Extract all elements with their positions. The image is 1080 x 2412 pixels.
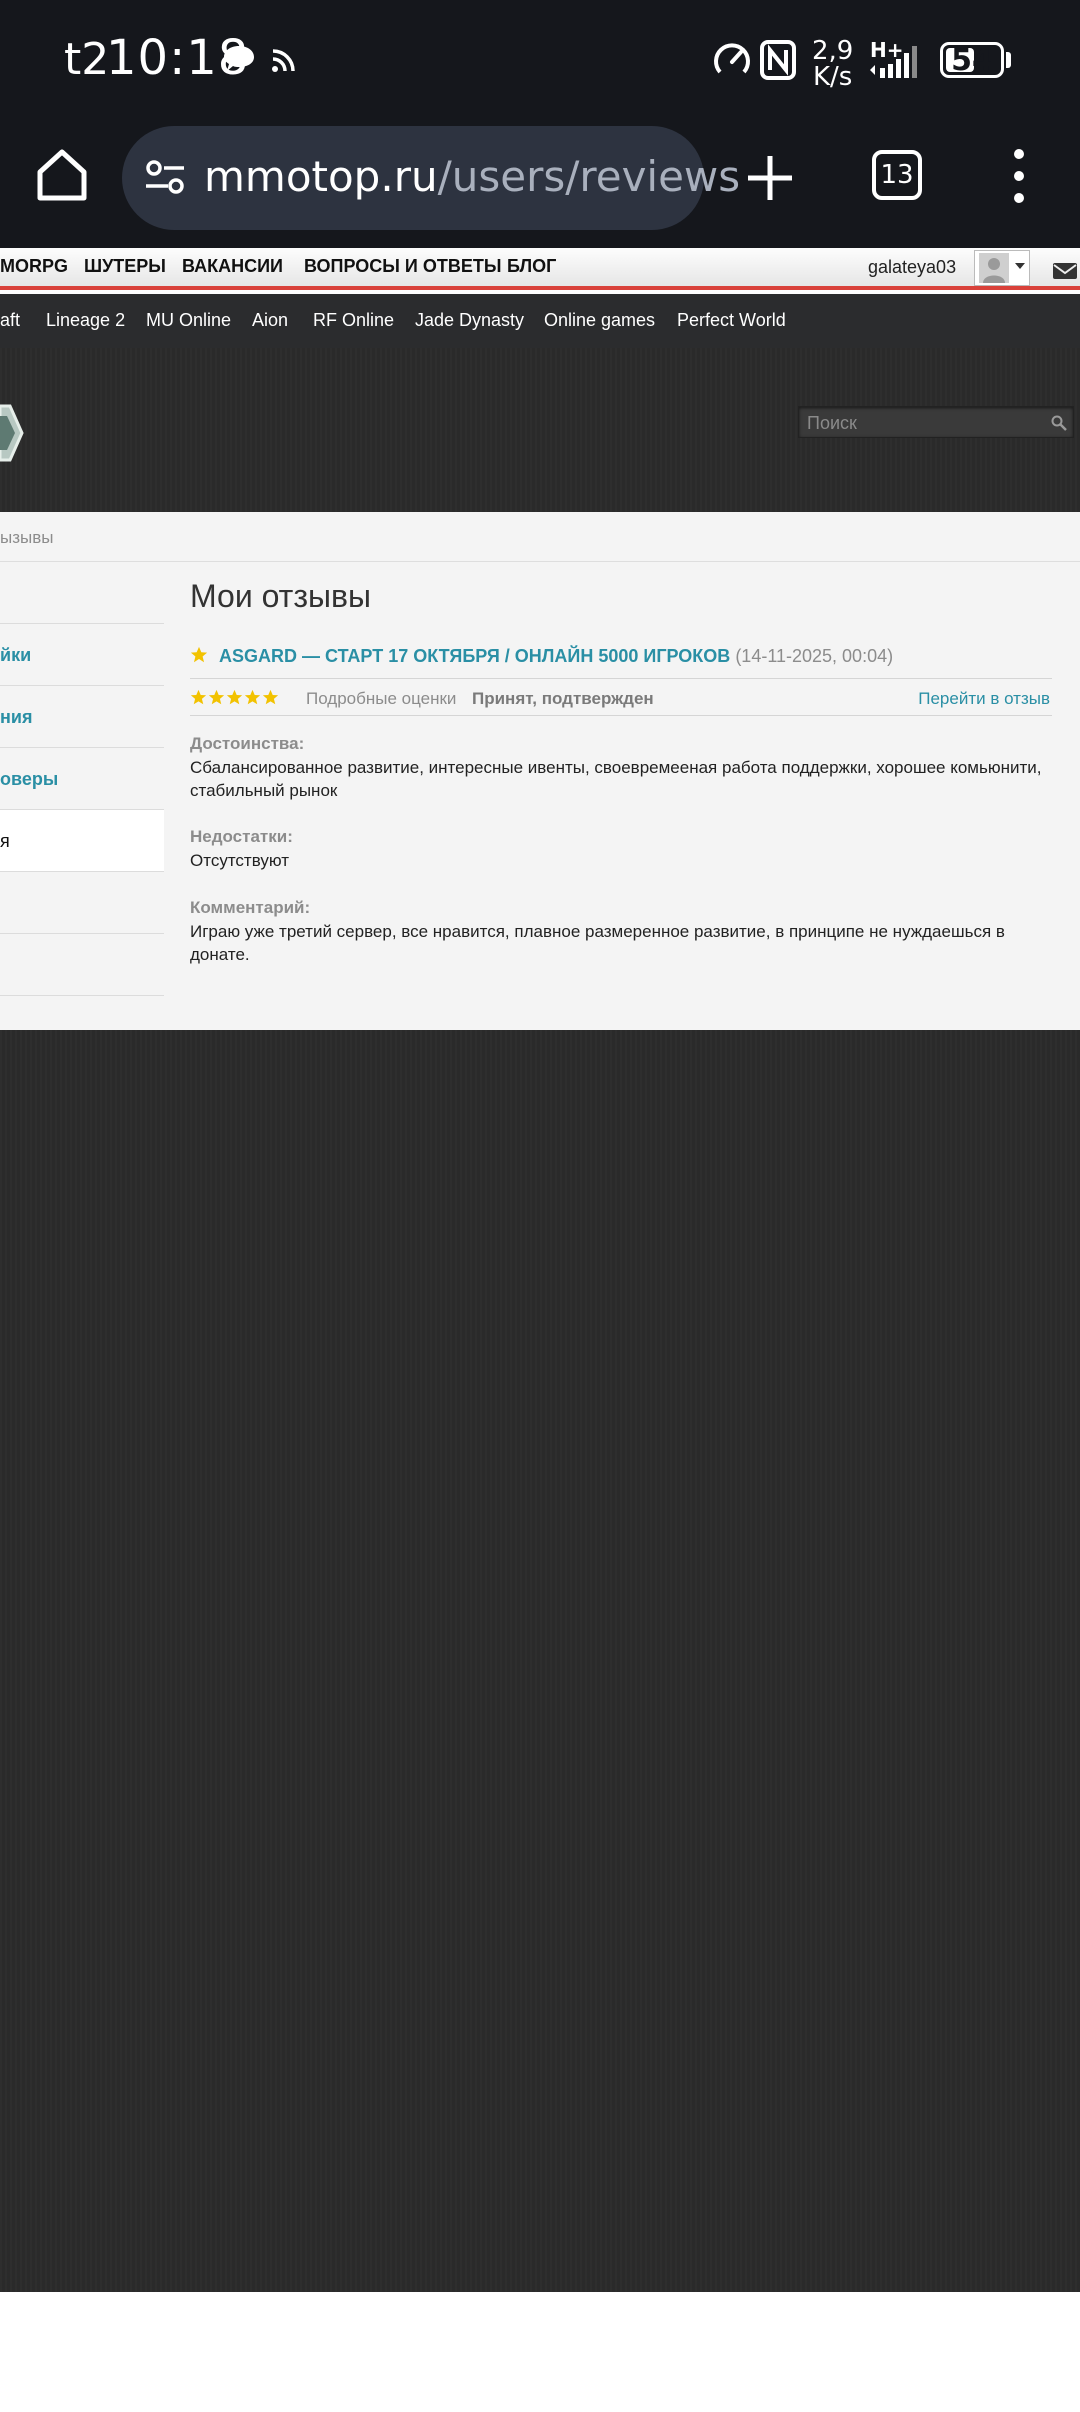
nav-item-vacancies[interactable]: ВАКАНСИИ [182, 256, 283, 277]
detailed-ratings-link[interactable]: Подробные оценки [306, 689, 456, 709]
game-nav-item-jade-dynasty[interactable]: Jade Dynasty [415, 310, 524, 331]
sidebar-item-label: ния [0, 707, 33, 727]
sidebar-item-1[interactable] [0, 562, 164, 624]
sidebar-item-label: оверы [0, 769, 59, 789]
rating-star-icon [262, 689, 279, 705]
pros-label: Достоинства: [190, 734, 305, 753]
game-nav-item-lineage2[interactable]: Lineage 2 [46, 310, 125, 331]
browser-toolbar: mmotop.ru/users/reviews 13 [0, 120, 1080, 248]
search-icon[interactable] [1051, 415, 1067, 431]
status-bar: t2 10:18 2,9 K/s H+ 54 [0, 0, 1080, 120]
username-link[interactable]: galateya03 [868, 257, 956, 278]
avatar [979, 253, 1009, 283]
battery-icon: 54 [940, 42, 1004, 78]
battery-level: 54 [951, 43, 993, 78]
url-text[interactable]: mmotop.ru/users/reviews [204, 152, 740, 201]
sidebar-item-settings[interactable]: йки [0, 624, 164, 686]
rating-stars [190, 689, 280, 711]
site-top-nav: MORPG ШУТЕРЫ ВАКАНСИИ ВОПРОСЫ И ОТВЕТЫ Б… [0, 248, 1080, 290]
sidebar-item-notifications[interactable]: ния [0, 686, 164, 748]
network-speed-unit: K/s [813, 62, 853, 92]
game-nav-item-rf-online[interactable]: RF Online [313, 310, 394, 331]
cons-text: Отсутствуют [190, 851, 290, 870]
breadcrumb-current: ызывы [0, 528, 54, 547]
page-background [0, 1030, 1080, 2292]
address-bar[interactable]: mmotop.ru/users/reviews [122, 126, 740, 230]
signal-strength-icon [870, 46, 917, 78]
network-speed-value: 2,9 [812, 36, 854, 66]
profile-sidebar: йки ния оверы я [0, 562, 164, 1002]
cast-icon [272, 49, 295, 72]
nav-item-qa[interactable]: ВОПРОСЫ И ОТВЕТЫ [304, 256, 501, 277]
rating-star-icon [190, 689, 207, 705]
url-host: mmotop.ru [204, 152, 438, 201]
comment-text: Играю уже третий сервер, все нравится, п… [190, 922, 1005, 964]
game-nav-item-mu-online[interactable]: MU Online [146, 310, 231, 331]
new-tab-icon[interactable] [742, 150, 798, 206]
game-nav-item-perfect-world[interactable]: Perfect World [677, 310, 786, 331]
sidebar-item-7[interactable] [0, 934, 164, 996]
rating-star-icon [226, 689, 243, 705]
rating-star-icon [244, 689, 261, 705]
goto-review-link[interactable]: Перейти в отзыв [918, 689, 1050, 709]
game-nav: aft Lineage 2 MU Online Aion RF Online J… [0, 294, 1080, 348]
page-title: Мои отзывы [190, 578, 371, 614]
more-menu-icon[interactable] [1004, 146, 1034, 206]
chevron-down-icon [1015, 263, 1025, 269]
network-speed: 2,9 K/s [812, 38, 853, 90]
site-settings-icon[interactable] [144, 156, 188, 200]
content-area: ызывы йки ния оверы я Мои отзывы ASGARD … [0, 512, 1080, 1030]
rating-star-icon [208, 689, 225, 705]
review-rating-row: Подробные оценки Принят, подтвержден Пер… [190, 678, 1052, 716]
review-server-link[interactable]: ASGARD — СТАРТ 17 ОКТЯБРЯ / ОНЛАЙН 5000 … [219, 646, 730, 666]
speedometer-icon [714, 43, 750, 74]
tab-switcher-button[interactable]: 13 [872, 150, 922, 200]
site-header [0, 348, 1080, 512]
home-icon[interactable] [32, 144, 92, 204]
nav-item-shooters[interactable]: ШУТЕРЫ [84, 256, 166, 277]
cons-label: Недостатки: [190, 827, 293, 846]
sidebar-item-servers[interactable]: оверы [0, 748, 164, 810]
bottom-blank [0, 2292, 1080, 2412]
breadcrumb: ызывы [0, 512, 1080, 562]
carrier-label: t2 [64, 34, 110, 85]
mail-icon[interactable] [1052, 262, 1078, 280]
chat-bubble-icon [224, 46, 254, 71]
sidebar-item-label: йки [0, 645, 32, 665]
url-path: /users/reviews [437, 152, 741, 201]
nfc-icon [760, 40, 796, 80]
user-menu-button[interactable] [974, 250, 1030, 286]
search-box [798, 406, 1074, 438]
game-nav-item-aion[interactable]: Aion [252, 310, 288, 331]
sidebar-item-reviews[interactable]: я [0, 810, 164, 872]
nav-item-mmorpg[interactable]: MORPG [0, 256, 68, 277]
search-input[interactable] [807, 412, 1037, 434]
comment-label: Комментарий: [190, 898, 311, 917]
game-nav-item-craft[interactable]: aft [0, 310, 20, 331]
review-status: Принят, подтвержден [472, 689, 654, 708]
nav-item-blog[interactable]: БЛОГ [507, 256, 556, 277]
battery-nub [1006, 52, 1011, 68]
pros-text: Сбалансированное развитие, интересные ив… [190, 758, 1042, 800]
review-header: ASGARD — СТАРТ 17 ОКТЯБРЯ / ОНЛАЙН 5000 … [190, 646, 893, 667]
sidebar-item-label: я [0, 831, 10, 851]
site-logo-icon[interactable] [0, 398, 24, 468]
sidebar-item-6[interactable] [0, 872, 164, 934]
game-nav-item-online-games[interactable]: Online games [544, 310, 655, 331]
star-icon [190, 646, 208, 663]
review-date: (14-11-2025, 00:04) [735, 646, 894, 666]
